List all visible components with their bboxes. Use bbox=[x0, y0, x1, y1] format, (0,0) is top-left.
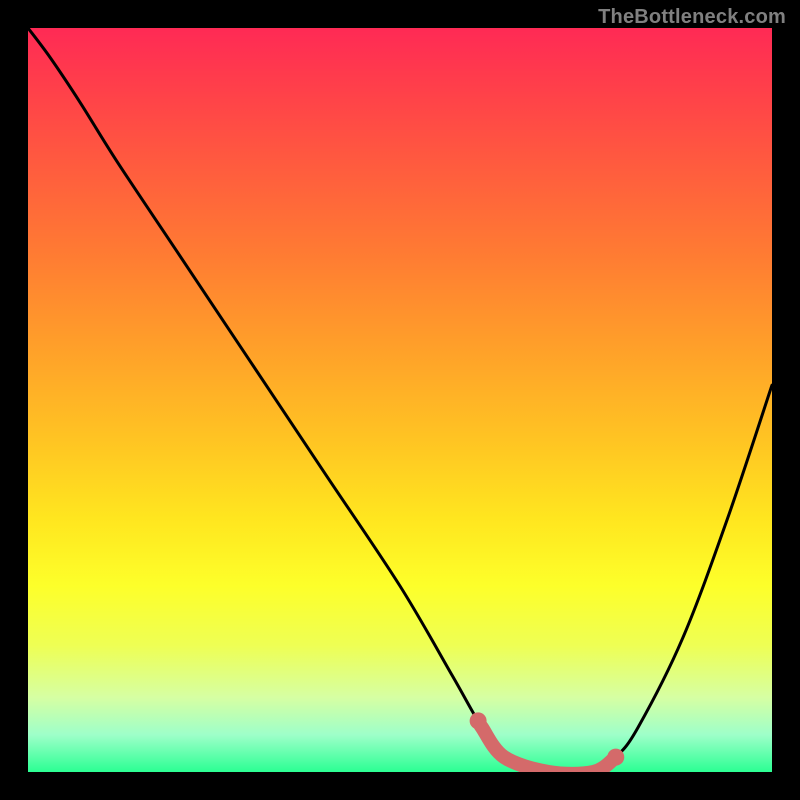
curve-svg bbox=[28, 28, 772, 772]
attribution-text: TheBottleneck.com bbox=[598, 6, 786, 29]
highlight-segment bbox=[478, 721, 616, 772]
highlight-dot-start bbox=[470, 712, 487, 729]
highlight-dot-end bbox=[607, 749, 624, 766]
plot-area bbox=[28, 28, 772, 772]
bottleneck-curve bbox=[28, 28, 772, 772]
